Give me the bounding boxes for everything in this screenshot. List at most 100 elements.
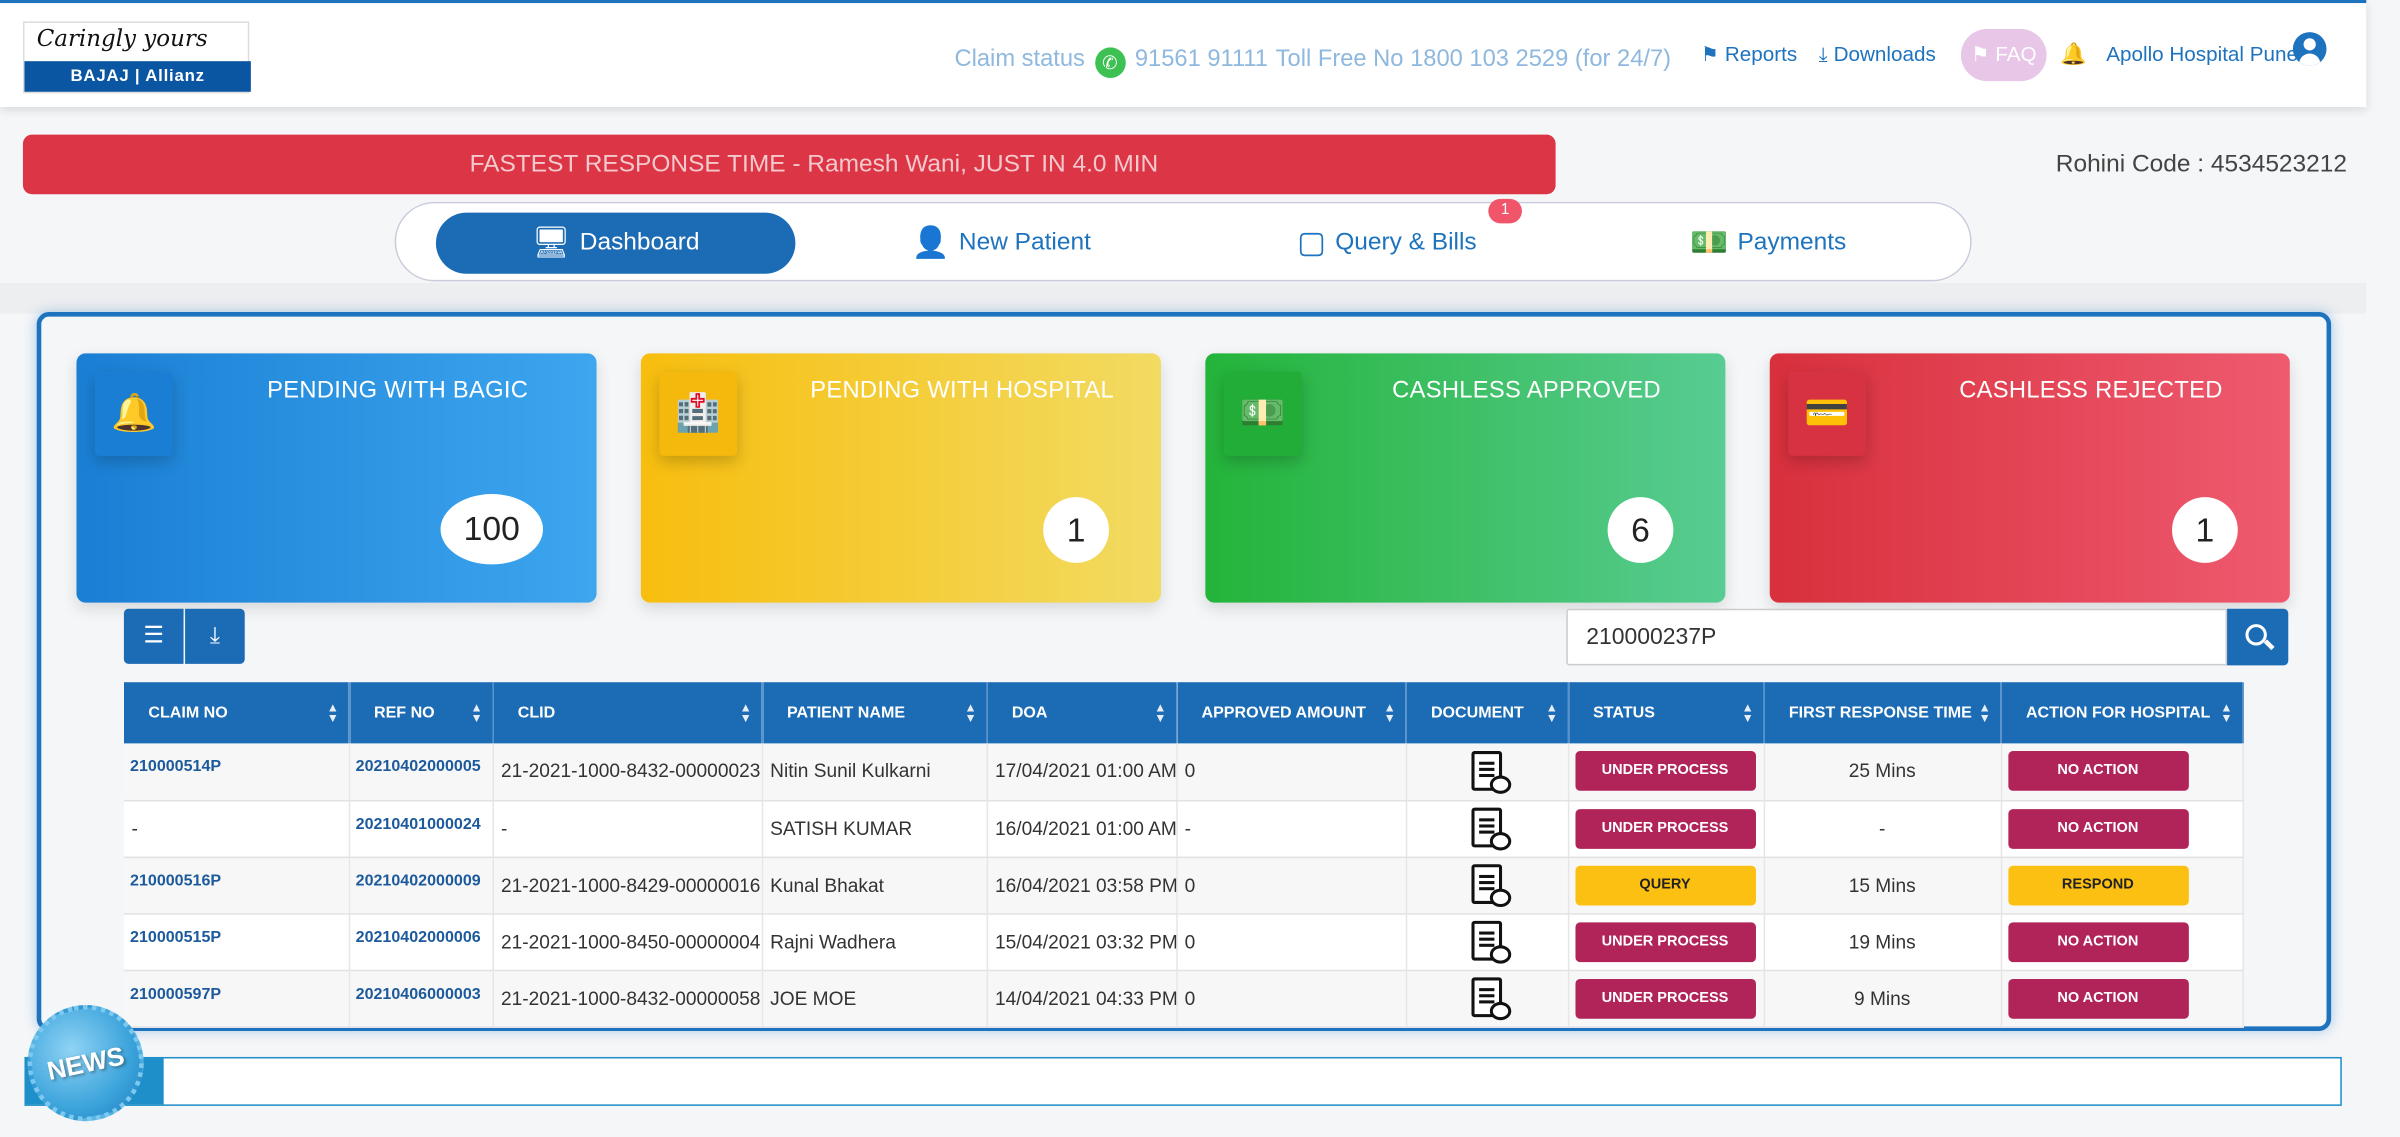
- ref-no-link[interactable]: 20210406000003: [348, 969, 494, 1028]
- document-view-icon[interactable]: [1471, 750, 1512, 794]
- desktop-icon: 🖥: [531, 226, 571, 261]
- action-button[interactable]: NO ACTION: [2007, 808, 2189, 849]
- action-cell: RESPOND: [2000, 856, 2244, 914]
- download-button[interactable]: ⤓: [185, 608, 245, 664]
- action-cell: NO ACTION: [2000, 799, 2244, 858]
- tab-dashboard-label: Dashboard: [579, 229, 700, 256]
- col-status[interactable]: STATUS ▲ ▼: [1567, 682, 1765, 744]
- clid-cell: 21-2021-1000-8429-00000016: [492, 856, 763, 914]
- col-action-for-hospital[interactable]: ACTION FOR HOSPITAL ▲ ▼: [2000, 682, 2244, 744]
- download-icon: ⤓: [1818, 42, 1828, 66]
- claim-no-link[interactable]: 210000597P: [123, 969, 350, 1028]
- status-cell: QUERY: [1567, 856, 1765, 914]
- col-label: FIRST RESPONSE TIME: [1788, 703, 1972, 722]
- reports-link[interactable]: ⚑ Reports: [1701, 43, 1797, 67]
- status-badge[interactable]: UNDER PROCESS: [1574, 808, 1756, 849]
- approved-amount-cell: 0: [1176, 913, 1407, 971]
- rohini-code: Rohini Code : 4534523212: [2055, 151, 2347, 178]
- search-input[interactable]: [1566, 608, 2228, 666]
- first-response-time-cell: 19 Mins: [1763, 913, 2002, 971]
- col-first-response-time[interactable]: FIRST RESPONSE TIME ▲ ▼: [1763, 682, 2002, 744]
- sort-icon: ▲ ▼: [1545, 700, 1558, 726]
- col-approved-amount[interactable]: APPROVED AMOUNT ▲ ▼: [1176, 682, 1407, 744]
- card-cashless-rejected[interactable]: 💳 CASHLESS REJECTED 1: [1769, 353, 2290, 603]
- tab-query-bills[interactable]: ▢ Query & Bills: [1297, 213, 1477, 274]
- patient-name-cell: SATISH KUMAR: [761, 799, 988, 858]
- col-label: CLAIM NO: [148, 703, 228, 722]
- card-pending-bagic[interactable]: 🔔 PENDING WITH BAGIC 100: [76, 353, 597, 603]
- col-label: APPROVED AMOUNT: [1201, 703, 1367, 722]
- claim-no-link[interactable]: 210000514P: [123, 743, 350, 801]
- col-ref-no[interactable]: REF NO ▲ ▼: [348, 682, 494, 744]
- main-tabs: 🖥 Dashboard 👤 New Patient ▢ Query & Bills 1…: [394, 198, 1972, 282]
- tab-payments[interactable]: 💵 Payments: [1690, 213, 1846, 274]
- status-cell: UNDER PROCESS: [1567, 913, 1765, 971]
- claim-no-link[interactable]: 210000516P: [123, 856, 350, 914]
- sort-icon: ▲ ▼: [739, 700, 752, 726]
- list-view-button[interactable]: ☰: [123, 608, 184, 664]
- card-title: PENDING WITH HOSPITAL: [810, 377, 1114, 404]
- faq-button[interactable]: ⚑ FAQ: [1960, 29, 2047, 82]
- claim-status-phone: 91561 91111: [1134, 45, 1268, 72]
- document-view-icon[interactable]: [1471, 864, 1512, 908]
- status-cell: UNDER PROCESS: [1567, 969, 1765, 1028]
- document-view-icon[interactable]: [1471, 920, 1512, 964]
- user-plus-icon: 👤: [911, 226, 950, 261]
- col-label: DOCUMENT: [1430, 703, 1524, 722]
- ref-no-link[interactable]: 20210402000006: [348, 913, 494, 971]
- table-row: 210000515P 20210402000006 21-2021-1000-8…: [123, 913, 2244, 971]
- col-doa[interactable]: DOA ▲ ▼: [986, 682, 1178, 744]
- first-response-time-cell: 15 Mins: [1763, 856, 2002, 914]
- status-badge[interactable]: UNDER PROCESS: [1574, 921, 1756, 962]
- table-header-row: CLAIM NO ▲ ▼ REF NO ▲ ▼ CLID ▲ ▼ PATIENT NAME ▲…: [123, 682, 2244, 744]
- document-cell: [1405, 913, 1569, 971]
- action-button[interactable]: NO ACTION: [2007, 921, 2189, 962]
- user-avatar-icon[interactable]: [2292, 32, 2327, 66]
- tab-new-patient-label: New Patient: [958, 229, 1091, 256]
- clid-cell: 21-2021-1000-8432-00000058: [492, 969, 763, 1028]
- col-label: ACTION FOR HOSPITAL: [2025, 703, 2211, 722]
- card-count: 1: [1043, 497, 1109, 563]
- status-badge[interactable]: UNDER PROCESS: [1574, 978, 1756, 1018]
- notification-bell-icon[interactable]: 🔔: [2060, 41, 2087, 67]
- document-cell: [1405, 743, 1569, 801]
- document-view-icon[interactable]: [1471, 977, 1512, 1021]
- clid-cell: -: [492, 799, 763, 858]
- col-clid[interactable]: CLID ▲ ▼: [492, 682, 763, 744]
- respond-button[interactable]: RESPOND: [2007, 864, 2189, 905]
- action-button[interactable]: NO ACTION: [2007, 978, 2189, 1018]
- toll-free-number: Toll Free No 1800 103 2529 (for 24/7): [1275, 45, 1672, 72]
- card-pending-hospital[interactable]: 🏥 PENDING WITH HOSPITAL 1: [640, 353, 1161, 603]
- col-patient-name[interactable]: PATIENT NAME ▲ ▼: [761, 682, 988, 744]
- card-count: 1: [2172, 497, 2238, 563]
- document-cell: [1405, 799, 1569, 858]
- document-view-icon[interactable]: [1471, 807, 1512, 851]
- sticky-note-icon: ▢: [1297, 226, 1327, 261]
- ref-no-link[interactable]: 20210402000009: [348, 856, 494, 914]
- action-button[interactable]: NO ACTION: [2007, 751, 2189, 792]
- ref-no-link[interactable]: 20210402000005: [348, 743, 494, 801]
- search-button[interactable]: [2227, 608, 2289, 666]
- card-cashless-approved[interactable]: 💵 CASHLESS APPROVED 6: [1205, 353, 1726, 603]
- doa-cell: 16/04/2021 03:58 PM: [986, 856, 1178, 914]
- approved-amount-cell: 0: [1176, 743, 1407, 801]
- tab-payments-label: Payments: [1737, 229, 1847, 256]
- doa-cell: 16/04/2021 01:00 AM: [986, 799, 1178, 858]
- approved-amount-cell: 0: [1176, 856, 1407, 914]
- status-badge[interactable]: UNDER PROCESS: [1574, 751, 1756, 792]
- bajaj-allianz-logo[interactable]: Caringly yours BAJAJ | Allianz: [22, 21, 251, 94]
- tab-new-patient[interactable]: 👤 New Patient: [912, 213, 1091, 274]
- col-document[interactable]: DOCUMENT ▲ ▼: [1405, 682, 1569, 744]
- ref-no-link[interactable]: 20210401000024: [348, 799, 494, 858]
- status-badge[interactable]: QUERY: [1574, 864, 1756, 905]
- tab-dashboard[interactable]: 🖥 Dashboard: [435, 212, 796, 274]
- fastest-response-banner: FASTEST RESPONSE TIME - Ramesh Wani, JUS…: [22, 134, 1556, 195]
- money-icon: 💵: [1690, 226, 1729, 261]
- status-cell: UNDER PROCESS: [1567, 743, 1765, 801]
- section-divider: [0, 282, 2367, 314]
- downloads-link[interactable]: ⤓ Downloads: [1819, 43, 1936, 67]
- claim-no-link[interactable]: 210000515P: [123, 913, 350, 971]
- user-menu-label[interactable]: Apollo Hospital Pune: [2106, 43, 2298, 66]
- col-claim-no[interactable]: CLAIM NO ▲ ▼: [123, 682, 350, 744]
- query-count-badge: 1: [1488, 198, 1522, 224]
